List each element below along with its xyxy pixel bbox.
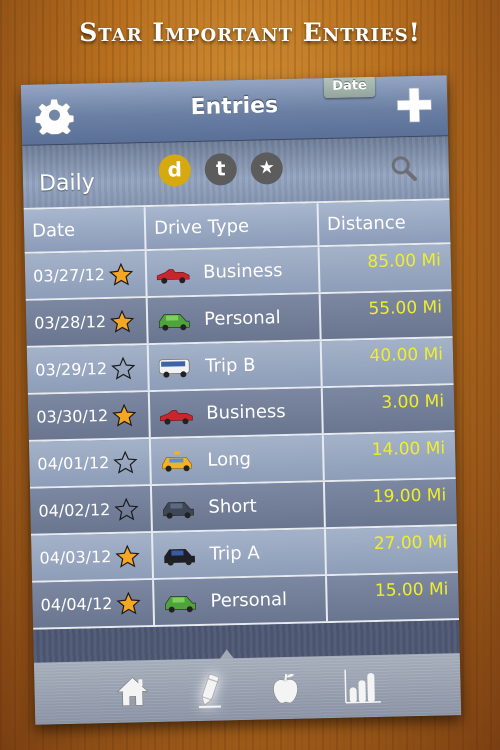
distance-cell: 40.00 Mi — [322, 338, 454, 386]
entry-date: 03/27/12 — [32, 265, 106, 286]
distance-value: 19.00 Mi — [372, 485, 447, 508]
navigation-bar: Entries Date — [20, 75, 449, 146]
green-hatchback-icon — [158, 313, 190, 331]
distance-value: 14.00 Mi — [371, 438, 446, 461]
distance-value: 40.00 Mi — [369, 344, 444, 367]
tab-health[interactable] — [265, 668, 306, 709]
star-outline-icon[interactable] — [110, 356, 136, 381]
date-cell: 03/27/12 — [24, 251, 148, 299]
entry-date: 03/29/12 — [35, 359, 108, 380]
star-filled-icon[interactable] — [116, 591, 141, 616]
drive-type-cell: Trip A — [152, 529, 327, 579]
drive-type-cell: Business — [149, 388, 324, 438]
dark-suv-icon — [163, 501, 194, 519]
date-cell: 03/28/12 — [25, 298, 149, 346]
distance-cell: 55.00 Mi — [321, 291, 453, 339]
search-button[interactable] — [388, 153, 419, 184]
distance-value: 3.00 Mi — [381, 391, 445, 413]
drive-type-cell: Short — [151, 482, 326, 532]
drive-type-label: Trip B — [204, 354, 256, 377]
red-convertible-icon — [160, 409, 193, 425]
distance-cell: 3.00 Mi — [323, 385, 455, 433]
app-screen: Entries Date Daily d t ★ Date Drive Type… — [20, 75, 462, 725]
date-cell: 04/02/12 — [29, 486, 153, 534]
promo-headline: Star Important Entries! — [79, 18, 421, 47]
distance-cell: 15.00 Mi — [327, 573, 459, 621]
apple-icon — [273, 673, 299, 704]
entry-date: 03/28/12 — [33, 312, 107, 333]
yellow-taxi-icon — [162, 450, 192, 472]
entries-table: Date Drive Type Distance 03/27/12 Busine… — [23, 198, 460, 630]
tab-reports[interactable] — [342, 666, 383, 707]
star-outline-icon[interactable] — [113, 450, 138, 475]
entry-date: 04/02/12 — [38, 499, 111, 521]
column-header-drive-type[interactable]: Drive Type — [145, 203, 320, 250]
distance-value: 55.00 Mi — [368, 297, 443, 320]
bar-chart-icon — [344, 669, 381, 704]
drive-type-cell: Personal — [154, 576, 329, 626]
distance-value: 15.00 Mi — [374, 579, 449, 602]
drive-type-label: Long — [207, 448, 252, 471]
date-cell: 03/29/12 — [26, 345, 150, 393]
star-outline-icon[interactable] — [114, 497, 139, 522]
drive-type-cell: Long — [150, 435, 325, 485]
entry-date: 04/04/12 — [40, 593, 113, 615]
screen-title: Entries — [190, 93, 279, 121]
green-hatchback-icon — [165, 595, 197, 613]
star-filled-icon[interactable] — [115, 544, 140, 569]
drive-type-label: Business — [202, 260, 283, 283]
drive-type-label: Short — [208, 495, 257, 518]
date-cell: 04/01/12 — [28, 439, 152, 487]
entry-date: 04/01/12 — [37, 453, 110, 474]
distance-cell: 27.00 Mi — [326, 526, 458, 574]
drive-type-label: Personal — [203, 307, 281, 330]
filter-trip-button[interactable]: t — [204, 153, 238, 186]
tab-home[interactable] — [112, 671, 153, 712]
date-cell: 03/30/12 — [27, 392, 151, 440]
plus-icon — [396, 87, 432, 123]
drive-type-label: Personal — [210, 589, 288, 612]
pencil-icon — [198, 674, 221, 709]
star-filled-icon[interactable] — [111, 403, 137, 428]
home-icon — [117, 677, 149, 707]
tab-entries[interactable] — [189, 669, 230, 710]
distance-value: 85.00 Mi — [367, 250, 442, 273]
entry-date: 03/30/12 — [36, 406, 109, 427]
drive-type-label: Business — [206, 400, 286, 424]
column-header-date[interactable]: Date — [23, 207, 147, 252]
tab-bar — [33, 653, 462, 725]
date-cell: 04/03/12 — [31, 533, 155, 581]
add-entry-button[interactable] — [395, 86, 434, 125]
white-bus-icon — [158, 358, 190, 378]
drive-type-label: Trip A — [209, 542, 260, 565]
entry-date: 04/03/12 — [39, 546, 112, 568]
distance-cell: 85.00 Mi — [320, 244, 452, 292]
distance-cell: 14.00 Mi — [324, 432, 456, 480]
filter-daily-button[interactable]: d — [158, 154, 192, 187]
star-filled-icon[interactable] — [109, 309, 135, 334]
drive-type-cell: Business — [146, 247, 321, 297]
red-convertible-icon — [156, 268, 190, 284]
date-sort-tab[interactable]: Date — [324, 75, 376, 99]
drive-type-cell: Personal — [147, 294, 322, 344]
distance-value: 27.00 Mi — [373, 532, 448, 555]
column-header-distance[interactable]: Distance — [319, 200, 451, 245]
filter-starred-button[interactable]: ★ — [250, 151, 284, 185]
black-sedan-icon — [164, 548, 195, 566]
drive-type-cell: Trip B — [148, 341, 323, 391]
date-cell: 04/04/12 — [32, 580, 156, 628]
search-icon — [391, 156, 418, 181]
period-label: Daily — [38, 170, 95, 197]
filter-bar: Daily d t ★ — [22, 136, 450, 208]
star-filled-icon[interactable] — [108, 262, 134, 287]
distance-cell: 19.00 Mi — [325, 479, 457, 527]
